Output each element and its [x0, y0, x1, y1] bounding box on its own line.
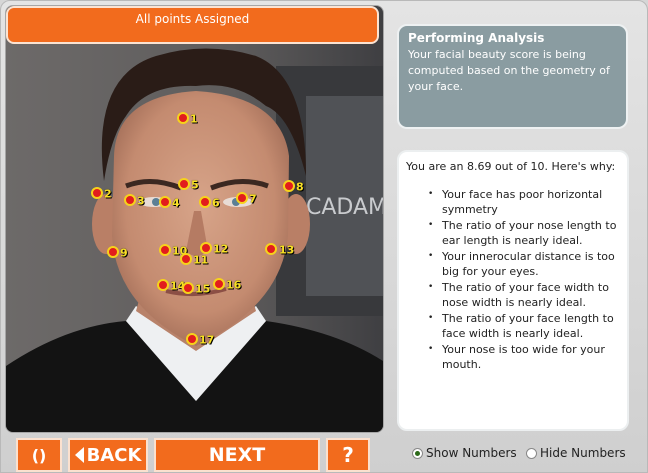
face-point-4[interactable]	[159, 196, 171, 208]
face-point-7[interactable]	[236, 192, 248, 204]
help-button[interactable]: ?	[326, 438, 370, 472]
face-point-16[interactable]	[213, 278, 225, 290]
face-point-label-12: 12	[213, 242, 229, 256]
score-summary: You are an 8.69 out of 10. Here's why:	[406, 160, 616, 173]
face-photo: CADAM	[6, 6, 383, 432]
face-point-5[interactable]	[178, 178, 190, 190]
back-button[interactable]: BACK	[68, 438, 148, 472]
face-point-label-17: 17	[199, 333, 215, 347]
show-numbers-radio[interactable]: Show Numbers	[412, 446, 517, 460]
face-point-label-15: 15	[195, 282, 211, 296]
face-point-label-16: 16	[226, 278, 242, 292]
next-button-label: NEXT	[208, 444, 266, 466]
arrow-left-icon	[74, 447, 84, 463]
face-point-6[interactable]	[199, 196, 211, 208]
face-point-label-8: 8	[296, 180, 304, 194]
reason-item: The ratio of your nose length to ear len…	[406, 218, 620, 248]
photo-panel: CADAM All points Assigned 1 2 3 4 5 6 7 …	[5, 5, 384, 433]
show-numbers-label: Show Numbers	[426, 446, 517, 460]
face-point-label-11: 11	[193, 253, 209, 267]
face-point-15[interactable]	[182, 282, 194, 294]
reason-item: Your nose is too wide for your mouth.	[406, 342, 620, 372]
face-point-label-4: 4	[172, 196, 180, 210]
face-point-label-5: 5	[191, 178, 199, 192]
reason-item: Your innerocular distance is too big for…	[406, 249, 620, 279]
face-point-11[interactable]	[180, 253, 192, 265]
radio-selected-icon	[412, 447, 423, 459]
face-point-9[interactable]	[107, 246, 119, 258]
reset-button[interactable]: ()	[16, 438, 62, 472]
face-point-3[interactable]	[124, 194, 136, 206]
reset-icon: ()	[31, 445, 47, 465]
hide-numbers-label: Hide Numbers	[540, 446, 626, 460]
reasons-list: Your face has poor horizontal symmetry T…	[406, 187, 620, 372]
face-point-label-9: 9	[120, 246, 128, 260]
face-point-12[interactable]	[200, 242, 212, 254]
face-point-8[interactable]	[283, 180, 295, 192]
reason-item: The ratio of your face width to nose wid…	[406, 280, 620, 310]
back-button-label: BACK	[86, 444, 142, 466]
hide-numbers-radio[interactable]: Hide Numbers	[526, 446, 626, 460]
background-sign-text: CADAM	[306, 195, 383, 220]
face-point-label-7: 7	[249, 192, 257, 206]
face-point-label-2: 2	[104, 187, 112, 201]
face-point-label-1: 1	[190, 112, 198, 126]
face-point-2[interactable]	[91, 187, 103, 199]
results-panel: You are an 8.69 out of 10. Here's why: Y…	[397, 150, 629, 431]
analysis-title: Performing Analysis	[408, 31, 545, 45]
face-point-label-6: 6	[212, 196, 220, 210]
face-point-14[interactable]	[157, 279, 169, 291]
face-point-13[interactable]	[265, 243, 277, 255]
face-point-17[interactable]	[186, 333, 198, 345]
face-point-10[interactable]	[159, 244, 171, 256]
face-point-label-3: 3	[137, 194, 145, 208]
radio-unselected-icon	[526, 447, 537, 459]
reason-item: Your face has poor horizontal symmetry	[406, 187, 620, 217]
face-point-1[interactable]	[177, 112, 189, 124]
next-button[interactable]: NEXT	[154, 438, 320, 472]
face-point-label-13: 13	[279, 243, 295, 257]
reason-item: The ratio of your face length to face wi…	[406, 311, 620, 341]
question-icon: ?	[342, 443, 354, 467]
status-banner: All points Assigned	[6, 6, 379, 44]
analysis-description: Your facial beauty score is being comput…	[408, 48, 610, 93]
analysis-panel: Performing Analysis Your facial beauty s…	[397, 24, 628, 129]
